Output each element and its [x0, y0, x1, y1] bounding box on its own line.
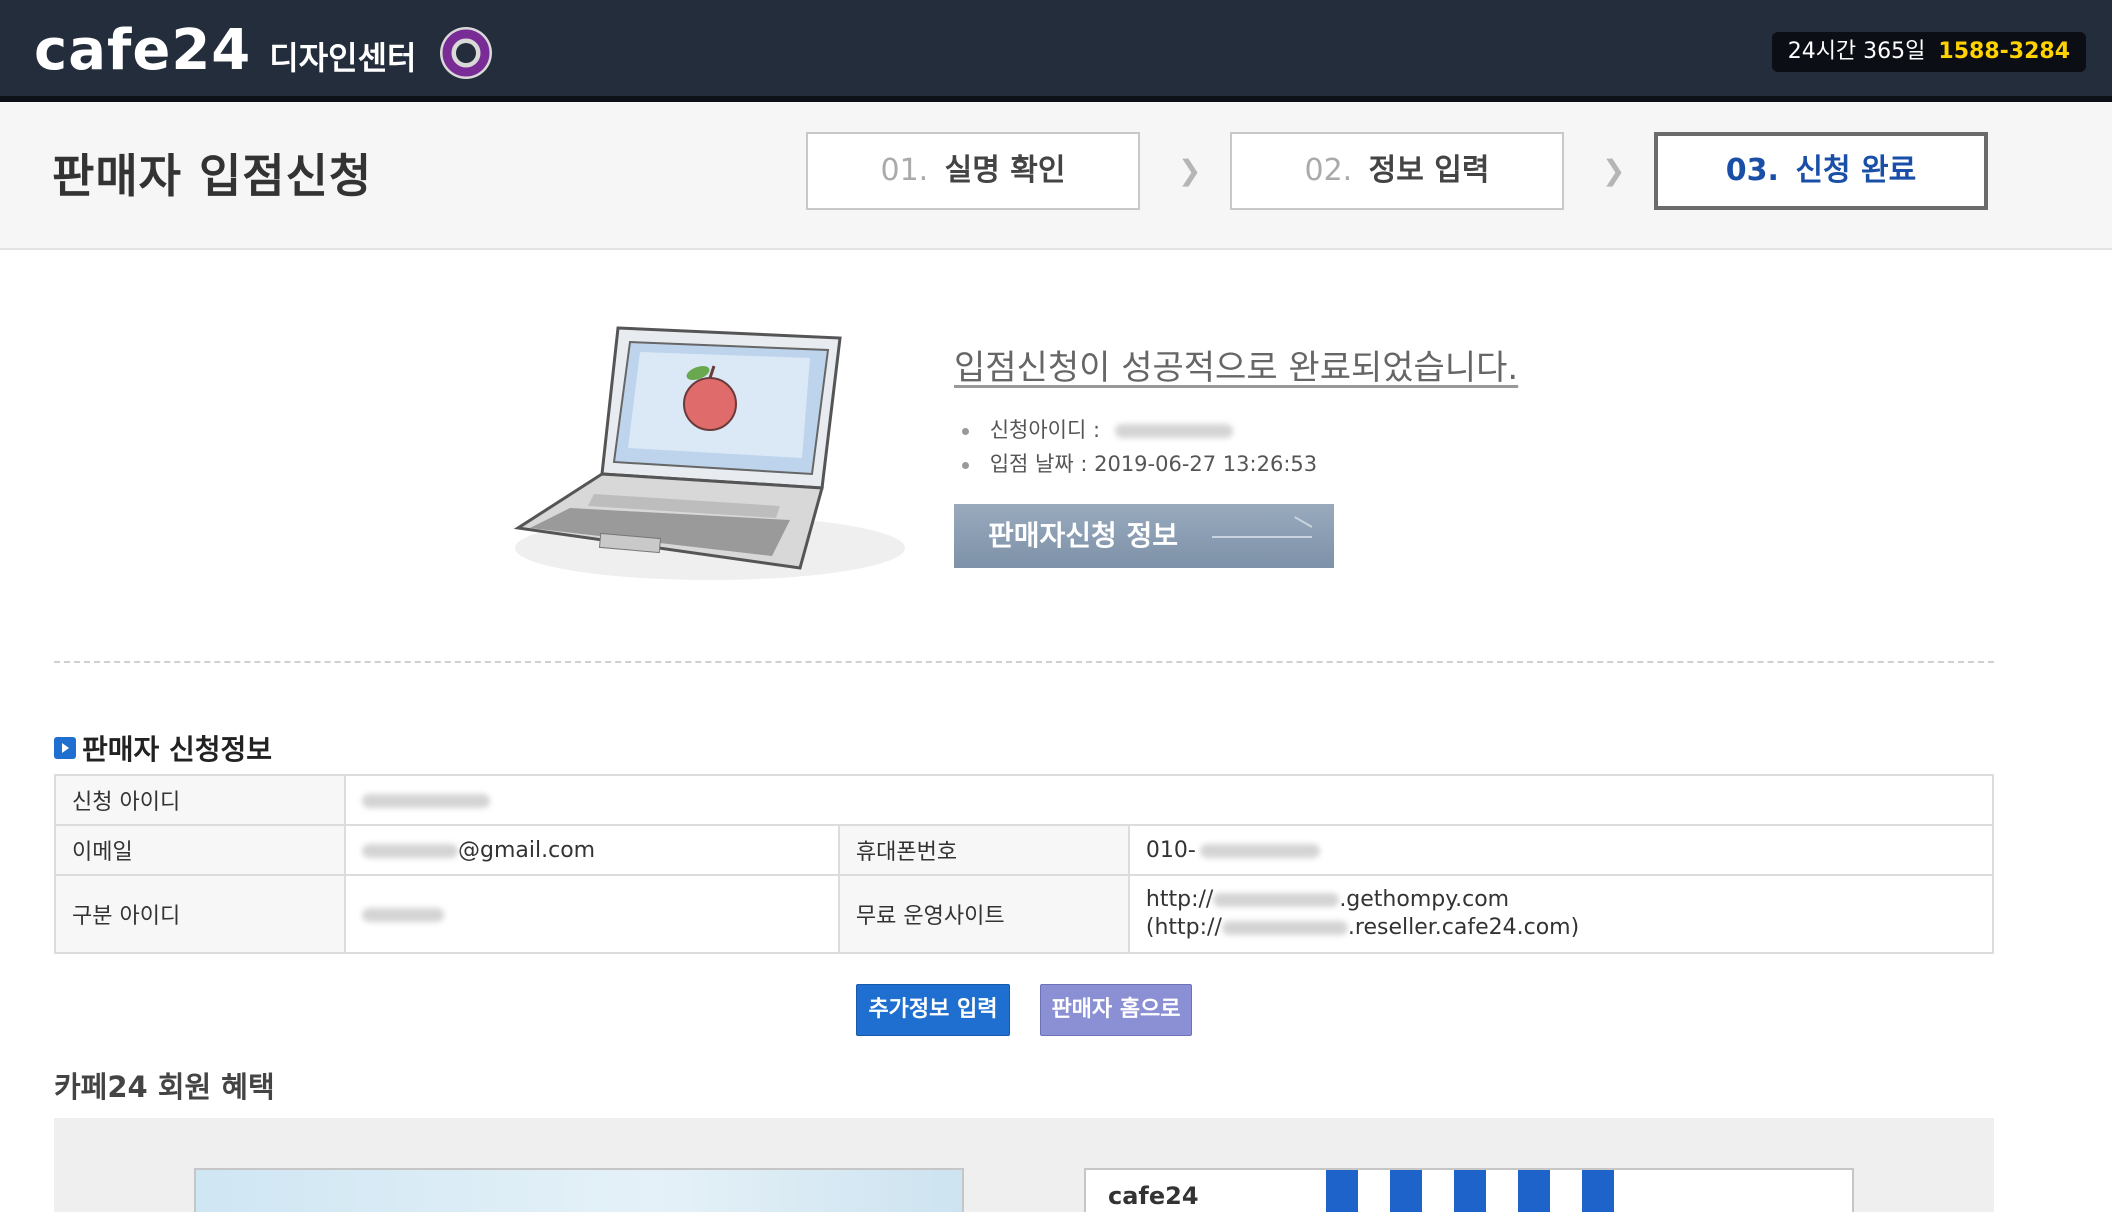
- success-message: 입점신청이 성공적으로 완료되었습니다.: [954, 348, 1519, 388]
- step-3-complete: 03. 신청 완료: [1654, 132, 1988, 210]
- step-label: 실명 확인: [944, 153, 1066, 188]
- table-row: 구분 아이디 무료 운영사이트 http:// .gethompy.com (ht…: [54, 874, 1995, 954]
- play-square-icon: [54, 737, 76, 759]
- benefit-card-right[interactable]: cafe24: [1084, 1168, 1854, 1212]
- email-header: 이메일: [54, 824, 346, 876]
- divider: [54, 661, 1994, 663]
- phone-header: 휴대폰번호: [837, 824, 1130, 876]
- apply-date-label: 입점 날짜 :: [989, 452, 1088, 476]
- apply-date-value: 2019-06-27 13:26:53: [1094, 452, 1318, 476]
- step-number: 02.: [1304, 153, 1353, 188]
- logo-ring-icon: [440, 27, 493, 79]
- title-bar: 판매자 입점신청 01. 실명 확인 ❯ 02. 정보 입력 ❯ 03. 신청 …: [0, 102, 2112, 250]
- laptop-apple-illustration: [513, 326, 905, 580]
- apply-id-value: [344, 774, 1994, 826]
- phone-prefix: 010-: [1145, 837, 1196, 863]
- benefits-title: 카페24 회원 혜택: [54, 1070, 275, 1104]
- awning-stripes-graphic: [1326, 1170, 1646, 1212]
- redacted-value: [362, 793, 490, 808]
- apply-id-label: 신청아이디 :: [989, 418, 1101, 442]
- phone-value: 010-: [1127, 824, 1995, 876]
- card-brand-logo: cafe24: [1108, 1182, 1199, 1210]
- logo-subtitle: 디자인센터: [269, 39, 417, 77]
- free-site-value: http:// .gethompy.com (http:// .reseller.c…: [1127, 874, 1995, 954]
- top-header: cafe24 디자인센터 24시간 365일 1588-3284: [0, 0, 2112, 102]
- seller-info-section-title: 판매자 신청정보: [54, 728, 272, 768]
- free-site-line-2: (http:// .reseller.cafe24.com): [1146, 914, 1976, 942]
- email-value: @gmail.com: [344, 824, 840, 876]
- table-row: 이메일 @gmail.com 휴대폰번호 010-: [54, 824, 1995, 876]
- apply-id-header: 신청 아이디: [54, 774, 346, 826]
- redacted-value: [1221, 921, 1348, 935]
- redacted-value: [1199, 843, 1320, 858]
- page-title: 판매자 입점신청: [52, 149, 373, 203]
- sub-id-header: 구분 아이디: [54, 874, 346, 954]
- table-row: 신청 아이디: [54, 774, 1994, 826]
- step-label: 정보 입력: [1368, 153, 1490, 188]
- step-1-name-verification: 01. 실명 확인: [806, 132, 1140, 210]
- free-site-line-1: http:// .gethompy.com: [1146, 886, 1976, 914]
- hotline-label: 24시간 365일: [1787, 39, 1926, 64]
- redacted-value: [362, 907, 444, 922]
- redacted-value: [1114, 424, 1233, 438]
- card-cut-off-text: [260, 1200, 300, 1212]
- logo-wordmark: cafe24: [34, 18, 252, 83]
- sub-id-value: [344, 874, 840, 954]
- chevron-right-icon: ❯: [1178, 154, 1202, 187]
- seller-application-info-button[interactable]: 판매자신청 정보: [954, 504, 1334, 568]
- benefit-card-left[interactable]: [194, 1168, 964, 1212]
- arrow-right-icon: [1212, 536, 1312, 538]
- url-suffix: .gethompy.com: [1339, 887, 1510, 912]
- url-prefix: (http://: [1145, 915, 1222, 940]
- step-number: 01.: [880, 153, 929, 188]
- hotline-number: 1588-3284: [1938, 39, 2070, 64]
- benefits-area: cafe24: [54, 1118, 1994, 1212]
- button-label: 판매자신청 정보: [988, 519, 1179, 552]
- step-2-info-input: 02. 정보 입력: [1230, 132, 1564, 210]
- email-domain: @gmail.com: [458, 837, 596, 863]
- redacted-value: [362, 843, 458, 858]
- seller-info-table: 신청 아이디 이메일 @gmail.com 휴대폰번호 010- 구분 아이디 …: [54, 774, 1995, 954]
- url-prefix: http://: [1145, 887, 1214, 912]
- step-number: 03.: [1725, 153, 1779, 188]
- free-site-header: 무료 운영사이트: [837, 874, 1130, 954]
- chevron-right-icon: ❯: [1602, 154, 1626, 187]
- redacted-value: [1213, 893, 1340, 907]
- apply-date-line: 입점 날짜 : 2019-06-27 13:26:53: [962, 448, 1317, 478]
- hotline-badge: 24시간 365일 1588-3284: [1771, 32, 2086, 72]
- apply-id-line: 신청아이디 :: [962, 414, 1233, 444]
- url-suffix: .reseller.cafe24.com): [1347, 915, 1580, 940]
- step-label: 신청 완료: [1795, 153, 1917, 188]
- cafe24-logo[interactable]: cafe24 디자인센터: [34, 18, 496, 84]
- section-title-text: 판매자 신청정보: [82, 733, 273, 766]
- extra-info-button[interactable]: 추가정보 입력: [856, 984, 1010, 1036]
- seller-home-button[interactable]: 판매자 홈으로: [1040, 984, 1192, 1036]
